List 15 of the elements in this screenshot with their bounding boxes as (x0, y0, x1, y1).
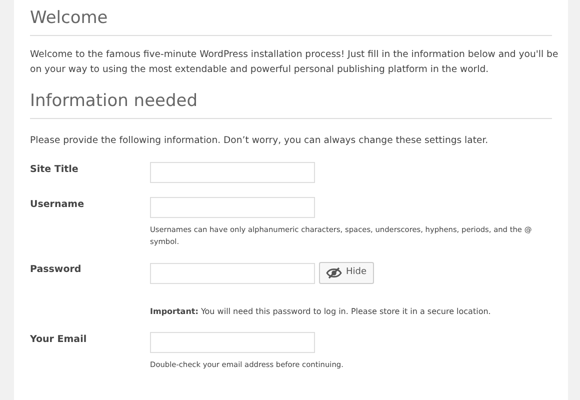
info-paragraph: Please provide the following information. Don’t worry, you can always change these settings later. (30, 134, 490, 148)
field-label: Your Email (30, 333, 88, 347)
text-field[interactable] (150, 332, 315, 353)
field-label: Password (30, 263, 82, 277)
section-heading: Information needed (30, 90, 552, 119)
eye-slash-icon (326, 267, 342, 279)
field-label: Site Title (30, 163, 80, 177)
field-label: Username (30, 198, 86, 212)
password-note: Important: You will need this password to log in. Please store it in a secure location. (150, 306, 491, 318)
text-field[interactable] (150, 197, 315, 218)
text-field[interactable] (150, 262, 315, 284)
hide-button[interactable]: Hide (319, 262, 374, 284)
welcome-paragraph: Welcome to the famous five-minute WordPress installation process! Just fill in the information below and you'll be on your way to using the most extendable and powerful personal publishing platform in the world. (30, 48, 560, 77)
text-field[interactable] (150, 162, 315, 183)
section-heading: Welcome (30, 7, 552, 36)
